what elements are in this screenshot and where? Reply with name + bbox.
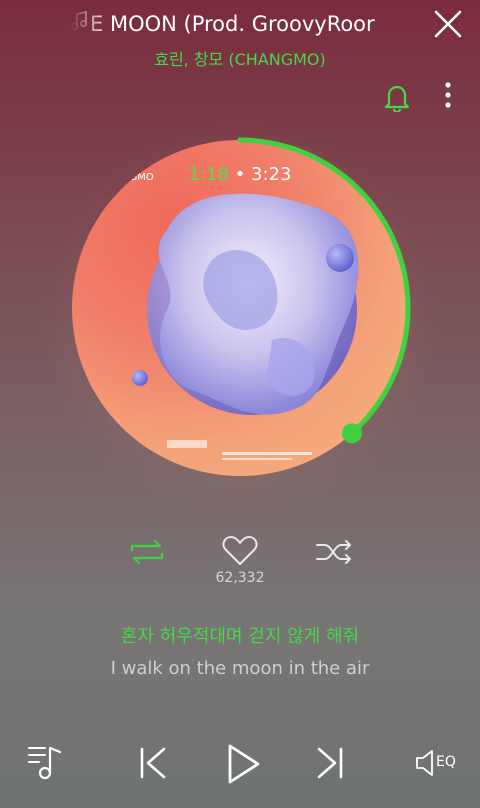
top-bar: E MOON (Prod. GroovyRoor 효린, 창모 (CHANGMO… <box>0 0 480 114</box>
repeat-icon <box>130 539 164 565</box>
playback-controls: EQ <box>0 730 480 800</box>
like-button[interactable] <box>221 534 259 568</box>
total-time: 3:23 <box>251 164 292 185</box>
more-options-button[interactable] <box>440 80 456 112</box>
close-icon <box>434 10 462 38</box>
playback-time: 1:18 • 3:23 <box>60 164 420 185</box>
song-title: E MOON (Prod. GroovyRoor <box>70 8 415 40</box>
lyric-current-line[interactable]: 혼자 허우적대며 걷지 않게 해줘 <box>0 622 480 648</box>
previous-button[interactable] <box>138 745 168 785</box>
play-button[interactable] <box>224 740 264 792</box>
lyric-translation[interactable]: I walk on the moon in the air <box>0 658 480 679</box>
shuffle-icon <box>316 540 351 564</box>
time-separator: • <box>234 164 246 185</box>
equalizer-icon <box>416 750 433 776</box>
shuffle-button[interactable] <box>314 535 354 569</box>
previous-icon <box>140 747 166 779</box>
heart-icon <box>222 536 258 565</box>
playlist-icon <box>28 746 62 780</box>
music-note-icon <box>70 8 90 40</box>
close-button[interactable] <box>432 8 464 40</box>
album-disc[interactable]: NGMO 1:18 • 3:23 <box>60 128 420 488</box>
progress-knob[interactable] <box>341 423 362 444</box>
more-vertical-icon <box>445 82 451 108</box>
repeat-button[interactable] <box>128 535 166 569</box>
like-count: 62,332 <box>215 570 265 586</box>
artist-name[interactable]: 효린, 창모 (CHANGMO) <box>0 46 480 70</box>
playlist-button[interactable] <box>26 742 66 786</box>
next-icon <box>317 747 343 779</box>
eq-label: EQ <box>436 754 456 770</box>
current-time: 1:18 <box>188 164 229 185</box>
play-icon <box>228 744 260 784</box>
song-title-text: E MOON (Prod. GroovyRoor <box>90 12 375 36</box>
equalizer-button[interactable]: EQ <box>414 748 464 778</box>
notification-button[interactable] <box>383 82 411 114</box>
next-button[interactable] <box>315 745 345 785</box>
bell-icon <box>384 85 410 114</box>
